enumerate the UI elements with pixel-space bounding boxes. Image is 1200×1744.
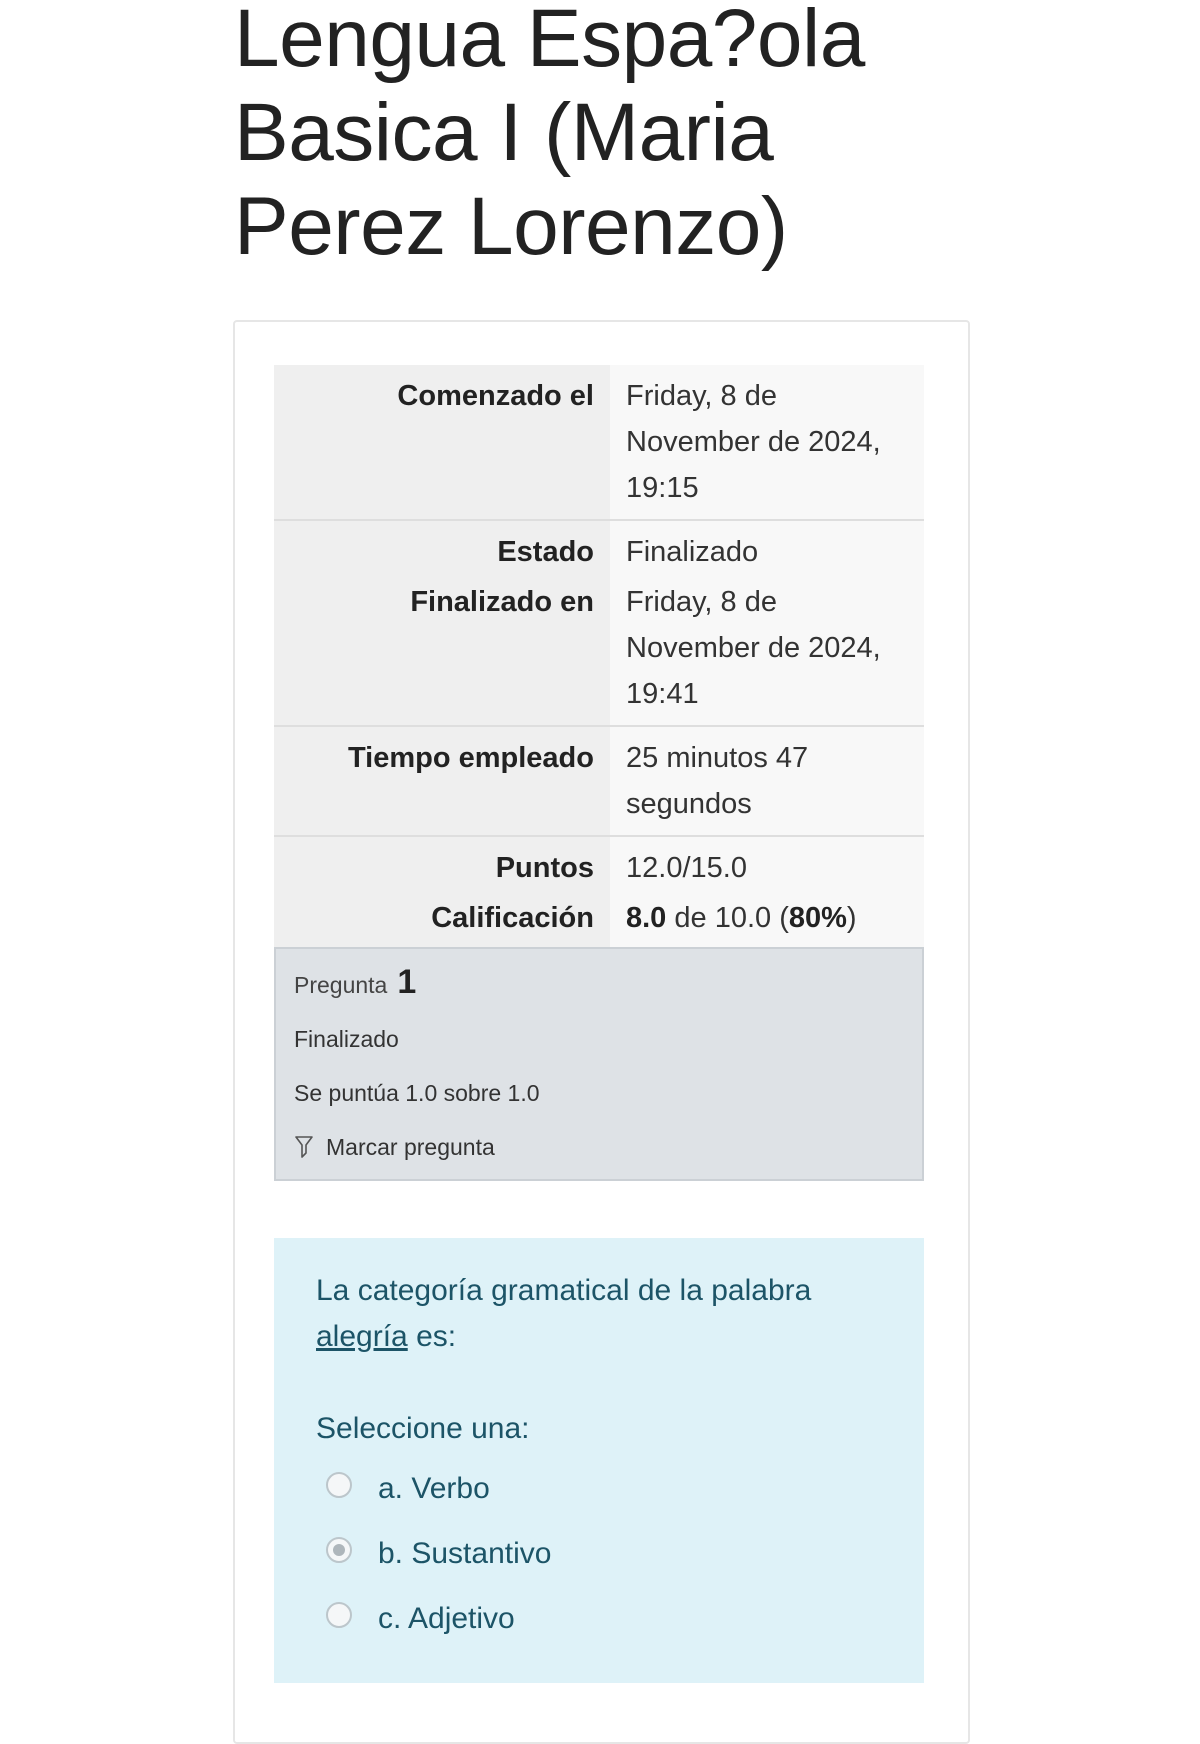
summary-label: Puntos — [274, 835, 610, 893]
question-state: Finalizado — [294, 1026, 399, 1052]
summary-value: 25 minutos 47 segundos — [610, 725, 924, 836]
summary-value: Finalizado — [610, 519, 924, 577]
summary-value: Friday, 8 de November de 2024, 19:15 — [610, 365, 924, 520]
question-info-panel: Pregunta 1 Finalizado Se puntúa 1.0 sobr… — [274, 947, 924, 1181]
answer-option[interactable]: b. Sustantivo — [316, 1521, 882, 1586]
question-grade: Se puntúa 1.0 sobre 1.0 — [294, 1080, 540, 1106]
summary-row-points: Puntos 12.0/15.0 — [274, 835, 924, 893]
answer-option[interactable]: c. Adjetivo — [316, 1586, 882, 1651]
summary-row-state: Estado Finalizado — [274, 519, 924, 577]
grade-end: ) — [846, 902, 857, 934]
answer-option[interactable]: a. Verbo — [316, 1456, 882, 1521]
answer-label: a. Verbo — [378, 1471, 490, 1505]
answer-radio[interactable] — [326, 1471, 352, 1498]
answer-radio-checked[interactable] — [326, 1536, 352, 1563]
grade-middle: de 10.0 ( — [666, 902, 789, 934]
prompt-text: La categoría gramatical de la palabra — [316, 1274, 812, 1307]
prompt-text-end: es: — [407, 1320, 457, 1353]
flag-question-label: Marcar pregunta — [326, 1134, 495, 1160]
summary-row-finished: Finalizado en Friday, 8 de November de 2… — [274, 577, 924, 726]
flag-question-link[interactable]: Marcar pregunta — [294, 1127, 904, 1167]
grade-score: 8.0 — [626, 902, 667, 934]
select-one-label: Seleccione una: — [316, 1412, 530, 1445]
summary-row-time: Tiempo empleado 25 minutos 47 segundos — [274, 725, 924, 836]
answer-label: b. Sustantivo — [378, 1536, 552, 1570]
summary-row-started: Comenzado el Friday, 8 de November de 20… — [274, 365, 924, 520]
question-number: Pregunta 1 — [294, 963, 904, 1005]
summary-value: 12.0/15.0 — [610, 835, 924, 893]
answer-label: c. Adjetivo — [378, 1601, 515, 1635]
summary-row-grade: Calificación 8.0 de 10.0 (80%) — [274, 893, 924, 949]
question-number-value: 1 — [397, 963, 417, 1001]
summary-label: Estado — [274, 519, 610, 577]
question-prompt: La categoría gramatical de la palabra al… — [316, 1268, 882, 1360]
summary-label: Tiempo empleado — [274, 725, 610, 836]
flag-icon — [294, 1135, 314, 1159]
summary-value: Friday, 8 de November de 2024, 19:41 — [610, 577, 924, 726]
summary-label: Comenzado el — [274, 365, 610, 520]
prompt-word: alegría — [316, 1320, 408, 1353]
summary-value: 8.0 de 10.0 (80%) — [610, 893, 924, 949]
summary-label: Calificación — [274, 893, 610, 949]
page-title: Lengua Espa?ola Basica I (Maria Perez Lo… — [234, 0, 865, 272]
question-number-label: Pregunta — [294, 972, 388, 998]
summary-label: Finalizado en — [274, 577, 610, 726]
attempt-summary-table: Comenzado el Friday, 8 de November de 20… — [274, 365, 924, 949]
answer-list: a. Verbo b. Sustantivo c. Adjetivo — [316, 1456, 882, 1651]
question-content: La categoría gramatical de la palabra al… — [274, 1238, 924, 1683]
grade-percent: 80% — [788, 902, 847, 934]
answer-radio[interactable] — [326, 1601, 352, 1628]
